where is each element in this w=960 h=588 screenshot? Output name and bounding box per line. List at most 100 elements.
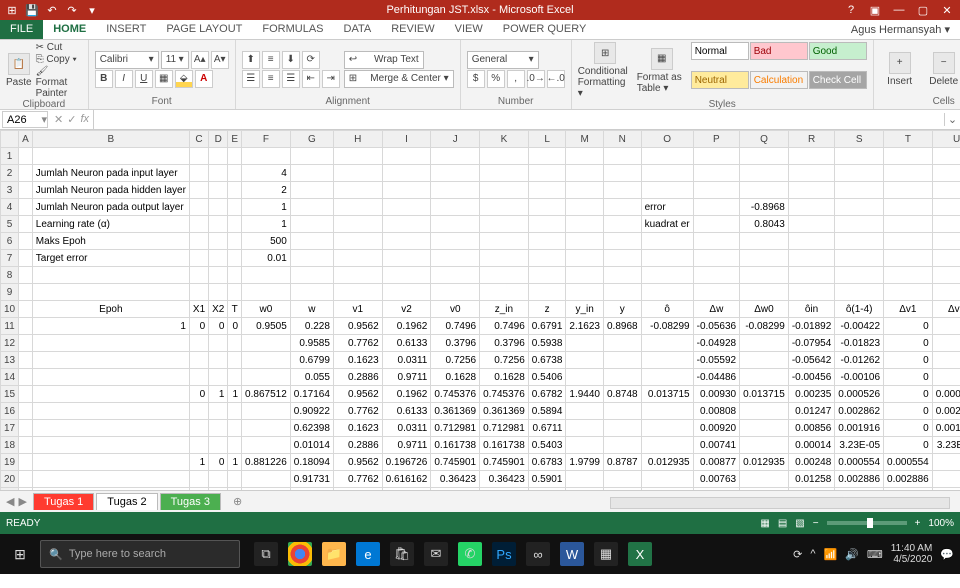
cell-D1[interactable] <box>209 148 228 165</box>
cell-J5[interactable] <box>431 216 480 233</box>
increase-font-icon[interactable]: A▴ <box>191 51 209 69</box>
cell-Q15[interactable]: 0.013715 <box>740 386 789 403</box>
redo-icon[interactable]: ↷ <box>64 2 80 18</box>
cell-D2[interactable] <box>209 165 228 182</box>
cell-R7[interactable] <box>788 250 834 267</box>
cell-N11[interactable]: 0.8968 <box>603 318 641 335</box>
cell-Q3[interactable] <box>740 182 789 199</box>
cell-F3[interactable]: 2 <box>242 182 291 199</box>
col-header-N[interactable]: N <box>603 131 641 148</box>
cell-O9[interactable] <box>641 284 693 301</box>
cell-Q14[interactable] <box>740 369 789 386</box>
cell-M13[interactable] <box>566 352 604 369</box>
cell-S18[interactable]: 3.23E-05 <box>835 437 884 454</box>
cell-N13[interactable] <box>603 352 641 369</box>
cell-O5[interactable]: kuadrat er <box>641 216 693 233</box>
cell-C8[interactable] <box>189 267 208 284</box>
cell-I14[interactable]: 0.9711 <box>382 369 431 386</box>
cell-Q9[interactable] <box>740 284 789 301</box>
cell-S2[interactable] <box>835 165 884 182</box>
cell-U11[interactable]: 0 <box>932 318 960 335</box>
taskbar-search[interactable]: 🔍 Type here to search <box>40 540 240 568</box>
cell-F5[interactable]: 1 <box>242 216 291 233</box>
cell-U6[interactable] <box>932 233 960 250</box>
enter-formula-icon[interactable]: ✓ <box>67 113 76 126</box>
cell-U17[interactable]: 0.001916 <box>932 420 960 437</box>
cell-D10[interactable]: X2 <box>209 301 228 318</box>
cell-B8[interactable] <box>32 267 189 284</box>
cell-D9[interactable] <box>209 284 228 301</box>
cell-S11[interactable]: -0.00422 <box>835 318 884 335</box>
align-top-icon[interactable]: ⬆ <box>242 51 260 69</box>
cell-Q1[interactable] <box>740 148 789 165</box>
view-pagebreak-icon[interactable]: ▧ <box>795 518 804 529</box>
cell-U19[interactable]: 0 <box>932 454 960 471</box>
cell-J1[interactable] <box>431 148 480 165</box>
cell-N18[interactable] <box>603 437 641 454</box>
cell-J13[interactable]: 0.7256 <box>431 352 480 369</box>
cell-F18[interactable] <box>242 437 291 454</box>
cell-T16[interactable]: 0 <box>884 403 933 420</box>
cell-O18[interactable] <box>641 437 693 454</box>
cell-I17[interactable]: 0.0311 <box>382 420 431 437</box>
col-header-L[interactable]: L <box>528 131 566 148</box>
font-name-select[interactable]: Calibri▾ <box>95 51 159 69</box>
cell-L13[interactable]: 0.6738 <box>528 352 566 369</box>
cell-U20[interactable]: 0 <box>932 471 960 488</box>
row-header-8[interactable]: 8 <box>1 267 19 284</box>
cell-T12[interactable]: 0 <box>884 335 933 352</box>
cell-E13[interactable] <box>228 352 242 369</box>
cell-L16[interactable]: 0.5894 <box>528 403 566 420</box>
task-view-icon[interactable]: ⧉ <box>254 542 278 566</box>
cell-S1[interactable] <box>835 148 884 165</box>
col-header-C[interactable]: C <box>189 131 208 148</box>
cell-M20[interactable] <box>566 471 604 488</box>
cancel-formula-icon[interactable]: ✕ <box>54 113 63 126</box>
cell-P12[interactable]: -0.04928 <box>693 335 739 352</box>
cell-J4[interactable] <box>431 199 480 216</box>
tray-volume-icon[interactable]: 🔊 <box>845 548 859 561</box>
cell-L2[interactable] <box>528 165 566 182</box>
cell-E18[interactable] <box>228 437 242 454</box>
insert-cells-button[interactable]: +Insert <box>880 42 920 96</box>
cell-N1[interactable] <box>603 148 641 165</box>
cell-C3[interactable] <box>189 182 208 199</box>
row-header-3[interactable]: 3 <box>1 182 19 199</box>
cell-C5[interactable] <box>189 216 208 233</box>
cell-D5[interactable] <box>209 216 228 233</box>
conditional-formatting-button[interactable]: ⊞Conditional Formatting ▾ <box>578 42 633 99</box>
cell-M1[interactable] <box>566 148 604 165</box>
indent-inc-icon[interactable]: ⇥ <box>322 70 340 88</box>
cell-L12[interactable]: 0.5938 <box>528 335 566 352</box>
cell-T19[interactable]: 0.000554 <box>884 454 933 471</box>
cell-T4[interactable] <box>884 199 933 216</box>
cell-K13[interactable]: 0.7256 <box>480 352 529 369</box>
paste-button[interactable]: 📋Paste <box>6 42 32 99</box>
cell-B5[interactable]: Learning rate (α) <box>32 216 189 233</box>
cell-P8[interactable] <box>693 267 739 284</box>
cell-H16[interactable]: 0.7762 <box>333 403 382 420</box>
cell-N20[interactable] <box>603 471 641 488</box>
view-normal-icon[interactable]: ▦ <box>760 518 769 529</box>
app2-icon[interactable]: ▦ <box>594 542 618 566</box>
cell-D16[interactable] <box>209 403 228 420</box>
add-sheet-button[interactable]: ⊕ <box>223 493 243 510</box>
cell-U10[interactable]: Δv2 <box>932 301 960 318</box>
cell-K2[interactable] <box>480 165 529 182</box>
cell-E10[interactable]: T <box>228 301 242 318</box>
cell-N8[interactable] <box>603 267 641 284</box>
cell-K9[interactable] <box>480 284 529 301</box>
cell-R2[interactable] <box>788 165 834 182</box>
row-header-19[interactable]: 19 <box>1 454 19 471</box>
cell-D18[interactable] <box>209 437 228 454</box>
cell-D19[interactable]: 0 <box>209 454 228 471</box>
cell-E9[interactable] <box>228 284 242 301</box>
align-right-icon[interactable]: ☰ <box>282 70 300 88</box>
row-header-11[interactable]: 11 <box>1 318 19 335</box>
zoom-in-icon[interactable]: + <box>915 518 921 529</box>
cell-D13[interactable] <box>209 352 228 369</box>
cell-A19[interactable] <box>19 454 33 471</box>
cell-C9[interactable] <box>189 284 208 301</box>
cell-I11[interactable]: 0.1962 <box>382 318 431 335</box>
cell-S3[interactable] <box>835 182 884 199</box>
